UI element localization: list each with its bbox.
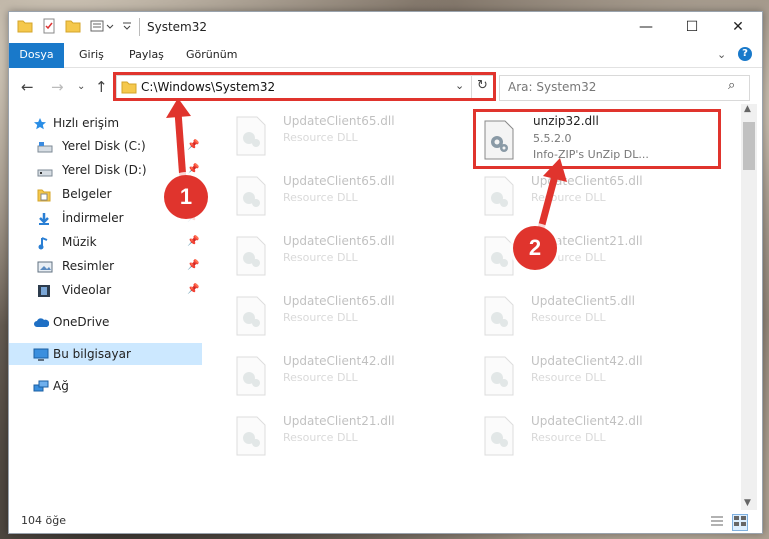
step-1-badge: 1 bbox=[164, 175, 208, 219]
step-2-badge: 2 bbox=[513, 226, 557, 270]
annotation-arrows bbox=[166, 98, 567, 233]
